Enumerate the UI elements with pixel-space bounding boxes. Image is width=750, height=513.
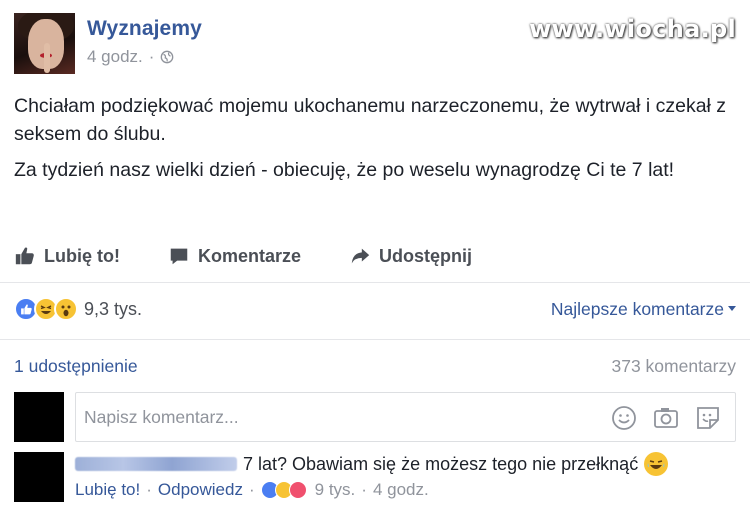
avatar [14,392,64,442]
post-header: Wyznajemy 4 godz. · [14,13,202,75]
avatar[interactable] [14,452,64,502]
reactions-summary[interactable]: 9,3 tys. [14,297,142,321]
commenter-name-blurred[interactable] [75,457,237,471]
divider [0,339,750,340]
post-actions: Lubię to! Komentarze Udostępnij [14,245,472,267]
comment-input-placeholder: Napisz komentarz... [84,406,239,427]
like-button-label: Lubię to! [44,245,120,266]
wow-icon [54,297,78,321]
meta-separator: · [148,47,155,66]
caret-down-icon [728,305,736,311]
thumbs-up-icon [15,247,34,265]
share-button-label: Udostępnij [379,245,473,266]
post-header-text: Wyznajemy 4 godz. · [87,13,202,75]
comment-sort-dropdown[interactable]: Najlepsze komentarze [551,299,736,320]
reactions-row: 9,3 tys. Najlepsze komentarze [14,297,736,321]
comment-meta: Lubię to! · Odpowiedz · 9 tys. · 4 godz. [75,480,668,500]
share-button[interactable]: Udostępnij [349,245,472,267]
meta-separator: · [146,480,152,499]
sticker-icon[interactable] [695,405,721,431]
post-body: Chciałam podziękować mojemu ukochanemu n… [14,92,739,192]
love-icon [288,481,307,499]
like-button[interactable]: Lubię to! [14,245,120,267]
comment-composer: Napisz komentarz... [14,392,736,442]
comment: 7 lat? Obawiam się że możesz tego nie pr… [14,452,669,502]
camera-icon[interactable] [653,405,679,431]
share-arrow-icon [351,248,370,264]
comment-input[interactable]: Napisz komentarz... [75,392,736,442]
comment-like-link[interactable]: Lubię to! [75,480,140,500]
page-avatar[interactable] [14,13,75,74]
stats-row: 1 udostępnienie 373 komentarzy [14,356,736,377]
comment-bubble-icon [170,248,188,265]
comment-line: 7 lat? Obawiam się że możesz tego nie pr… [75,452,669,476]
shares-link[interactable]: 1 udostępnienie [14,356,138,377]
meta-separator: · [361,480,367,499]
meta-separator: · [248,480,255,499]
comment-reaction-count: 9 tys. [314,480,356,499]
composer-icons [611,405,721,431]
divider [0,282,750,283]
comment-body: 7 lat? Obawiam się że możesz tego nie pr… [75,452,669,502]
comment-button-label: Komentarze [197,245,302,266]
comment-text: 7 lat? Obawiam się że możesz tego nie pr… [243,454,639,474]
laughing-emoji-icon [644,452,669,476]
post-paragraph: Za tydzień nasz wielki dzień - obiecuję,… [14,159,675,181]
comment-sort-label: Najlepsze komentarze [550,298,724,319]
page-name-link[interactable]: Wyznajemy [87,17,202,41]
comment-button[interactable]: Komentarze [168,245,301,267]
comment-reactions[interactable] [260,481,307,499]
globe-icon [161,50,174,64]
reaction-count: 9,3 tys. [84,298,143,319]
post-meta: 4 godz. · [87,47,202,67]
post-timestamp[interactable]: 4 godz. [87,47,143,67]
emoji-icon[interactable] [611,405,637,431]
watermark: www.wiocha.pl [529,15,736,43]
comment-timestamp[interactable]: 4 godz. [373,480,429,500]
comment-reply-link[interactable]: Odpowiedz [158,480,243,500]
comment-count: 373 komentarzy [611,356,736,376]
post-paragraph: Chciałam podziękować mojemu ukochanemu n… [14,95,727,145]
